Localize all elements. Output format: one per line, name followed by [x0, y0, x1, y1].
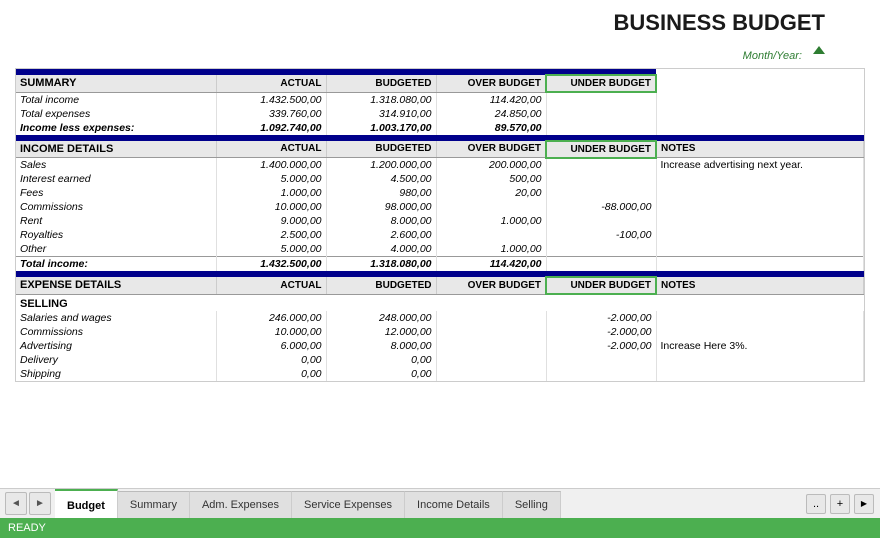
- status-text: READY: [8, 522, 46, 534]
- tab-scroll-right-button[interactable]: ▶: [854, 494, 874, 514]
- expense-row-2: Advertising 6.000,00 8.000,00 -2.000,00 …: [16, 339, 864, 353]
- spreadsheet-container: SUMMARY ACTUAL BUDGETED OVER BUDGET UNDE…: [15, 68, 865, 382]
- expense-under-header: UNDER BUDGET: [546, 277, 656, 294]
- summary-row-0: Total income 1.432.500,00 1.318.080,00 1…: [16, 92, 864, 107]
- summary-row-1: Total expenses 339.760,00 314.910,00 24.…: [16, 107, 864, 121]
- tab-summary[interactable]: Summary: [118, 491, 190, 518]
- summary-actual-header: ACTUAL: [216, 75, 326, 92]
- expense-over-header: OVER BUDGET: [436, 277, 546, 294]
- page-title: BUSINESS BUDGET: [614, 10, 825, 36]
- summary-row-2: Income less expenses: 1.092.740,00 1.003…: [16, 121, 864, 135]
- income-col-headers: INCOME DETAILS ACTUAL BUDGETED OVER BUDG…: [16, 141, 864, 158]
- summary-label-2: Income less expenses:: [16, 121, 216, 135]
- summary-col-headers: SUMMARY ACTUAL BUDGETED OVER BUDGET UNDE…: [16, 75, 864, 92]
- income-under-header: UNDER BUDGET: [546, 141, 656, 158]
- income-budgeted-header: BUDGETED: [326, 141, 436, 158]
- summary-budgeted-1: 314.910,00: [326, 107, 436, 121]
- summary-label-0: Total income: [16, 92, 216, 107]
- summary-under-2: [546, 121, 656, 135]
- expense-budgeted-header: BUDGETED: [326, 277, 436, 294]
- income-row-2: Fees 1.000,00 980,00 20,00: [16, 186, 864, 200]
- income-section-label: INCOME DETAILS: [16, 141, 216, 158]
- income-row-6: Other 5.000,00 4.000,00 1.000,00: [16, 242, 864, 257]
- tab-more-button[interactable]: ..: [806, 494, 826, 514]
- summary-over-header: OVER BUDGET: [436, 75, 546, 92]
- summary-under-1: [546, 107, 656, 121]
- expense-row-0: Salaries and wages 246.000,00 248.000,00…: [16, 311, 864, 325]
- month-year-label: Month/Year:: [743, 50, 802, 62]
- tab-selling[interactable]: Selling: [503, 491, 561, 518]
- summary-budgeted-0: 1.318.080,00: [326, 92, 436, 107]
- tab-add-button[interactable]: +: [830, 494, 850, 514]
- income-total-row: Total income: 1.432.500,00 1.318.080,00 …: [16, 257, 864, 272]
- tab-bar: ◄ ► Budget Summary Adm. Expenses Service…: [0, 488, 880, 518]
- expense-row-4: Shipping 0,00 0,00: [16, 367, 864, 381]
- income-row-4: Rent 9.000,00 8.000,00 1.000,00: [16, 214, 864, 228]
- income-actual-header: ACTUAL: [216, 141, 326, 158]
- budget-table: SUMMARY ACTUAL BUDGETED OVER BUDGET UNDE…: [16, 69, 864, 381]
- tab-right-controls: .. + ▶: [806, 489, 880, 518]
- tab-prev-button[interactable]: ◄: [5, 492, 27, 515]
- tab-budget[interactable]: Budget: [55, 489, 118, 518]
- summary-actual-0: 1.432.500,00: [216, 92, 326, 107]
- tab-service-expenses[interactable]: Service Expenses: [292, 491, 405, 518]
- summary-over-2: 89.570,00: [436, 121, 546, 135]
- status-bar: READY: [0, 518, 880, 538]
- dropdown-triangle-icon[interactable]: [813, 46, 825, 54]
- tab-income-details[interactable]: Income Details: [405, 491, 503, 518]
- summary-under-header: UNDER BUDGET: [546, 75, 656, 92]
- header-area: BUSINESS BUDGET Month/Year:: [15, 10, 865, 62]
- expense-row-1: Commissions 10.000,00 12.000,00 -2.000,0…: [16, 325, 864, 339]
- income-row-1: Interest earned 5.000,00 4.500,00 500,00: [16, 172, 864, 186]
- income-row-0: Sales 1.400.000,00 1.200.000,00 200.000,…: [16, 158, 864, 173]
- summary-over-0: 114.420,00: [436, 92, 546, 107]
- expense-row-3: Delivery 0,00 0,00: [16, 353, 864, 367]
- expense-section-label: EXPENSE DETAILS: [16, 277, 216, 294]
- summary-budgeted-2: 1.003.170,00: [326, 121, 436, 135]
- summary-budgeted-header: BUDGETED: [326, 75, 436, 92]
- income-row-3: Commissions 10.000,00 98.000,00 -88.000,…: [16, 200, 864, 214]
- summary-actual-1: 339.760,00: [216, 107, 326, 121]
- summary-under-0: [546, 92, 656, 107]
- expense-notes-header: NOTES: [656, 277, 864, 294]
- expense-actual-header: ACTUAL: [216, 277, 326, 294]
- tab-adm-expenses[interactable]: Adm. Expenses: [190, 491, 292, 518]
- income-over-header: OVER BUDGET: [436, 141, 546, 158]
- selling-subheader: SELLING: [16, 294, 864, 311]
- tab-next-button[interactable]: ►: [29, 492, 51, 515]
- summary-actual-2: 1.092.740,00: [216, 121, 326, 135]
- expense-col-headers: EXPENSE DETAILS ACTUAL BUDGETED OVER BUD…: [16, 277, 864, 294]
- summary-label-1: Total expenses: [16, 107, 216, 121]
- income-row-5: Royalties 2.500,00 2.600,00 -100,00: [16, 228, 864, 242]
- summary-over-1: 24.850,00: [436, 107, 546, 121]
- summary-section-label: SUMMARY: [16, 75, 216, 92]
- main-content: BUSINESS BUDGET Month/Year: SUMMARY ACTU…: [0, 0, 880, 488]
- income-notes-header: NOTES: [656, 141, 864, 158]
